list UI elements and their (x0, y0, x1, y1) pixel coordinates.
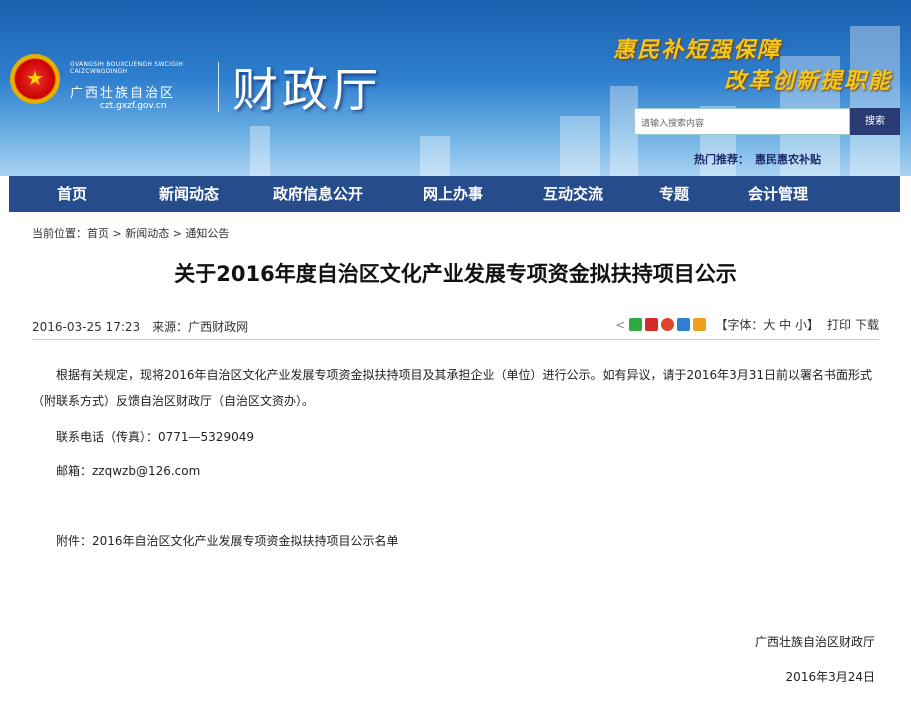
meta-divider (32, 339, 879, 340)
article-meta: 2016-03-25 17:23 来源：广西财政网 (32, 318, 248, 335)
qzone-icon[interactable] (677, 318, 691, 331)
publish-datetime: 2016-03-25 17:23 (32, 320, 141, 334)
nav-home[interactable]: 首页 (9, 176, 135, 212)
slogan-line-1: 惠民补短强保障 (613, 37, 782, 63)
breadcrumb: 当前位置：首页 > 新闻动态 > 通知公告 (32, 227, 230, 240)
nav-accounting[interactable]: 会计管理 (715, 176, 841, 212)
hot-label: 热门推荐： (694, 153, 749, 166)
share-icon[interactable]: < (615, 318, 625, 332)
signature-date: 2016年3月24日 (785, 670, 875, 684)
search-button[interactable]: 搜索 (850, 108, 900, 135)
renren-icon[interactable] (693, 318, 707, 331)
nav-online-service[interactable]: 网上办事 (393, 176, 513, 212)
wechat-icon[interactable] (629, 318, 643, 331)
nav-news[interactable]: 新闻动态 (135, 176, 243, 212)
main-nav: 首页 新闻动态 政府信息公开 网上办事 互动交流 专题 会计管理 (9, 176, 900, 212)
logo-region-name: 广西壮族自治区 (70, 86, 176, 101)
contact-email: 邮箱：zzqwzb@126.com (56, 464, 201, 478)
nav-topics[interactable]: 专题 (633, 176, 715, 212)
article-title: 关于2016年度自治区文化产业发展专项资金拟扶持项目公示 (174, 262, 737, 286)
article-tools: < 【字体：大 中 小】 打印 下载 (615, 316, 879, 333)
nav-gov-info[interactable]: 政府信息公开 (243, 176, 393, 212)
logo-url: czt.gxzf.gov.cn (100, 101, 167, 111)
hot-link[interactable]: 惠民惠农补贴 (755, 153, 821, 166)
article-paragraph: 根据有关规定，现将2016年自治区文化产业发展专项资金拟扶持项目及其承担企业（单… (32, 368, 872, 408)
contact-phone: 联系电话（传真）：0771—5329049 (56, 430, 254, 444)
signature-org: 广西壮族自治区财政厅 (754, 635, 875, 649)
logo-latin-text: GVANGSIH BOUXCUENGH SWCIGIH CAIZCWNGDING… (70, 61, 184, 75)
sina-icon[interactable] (661, 318, 675, 331)
nav-interaction[interactable]: 互动交流 (513, 176, 633, 212)
download-button[interactable]: 下载 (855, 316, 879, 333)
national-emblem-icon: ★ (10, 54, 60, 104)
logo-divider (218, 62, 219, 112)
weibo-icon[interactable] (645, 318, 659, 331)
print-button[interactable]: 打印 (827, 316, 851, 333)
font-size-control[interactable]: 【字体：大 中 小】 (715, 316, 819, 333)
hot-recommend: 热门推荐： 惠民惠农补贴 (694, 151, 821, 167)
search-input[interactable]: 请输入搜索内容 (634, 108, 850, 135)
department-title: 财政厅 (232, 63, 382, 117)
article-source: 来源：广西财政网 (152, 320, 249, 334)
slogan-line-2: 改革创新提职能 (724, 68, 893, 94)
attachment-link[interactable]: 附件：2016年自治区文化产业发展专项资金拟扶持项目公示名单 (56, 528, 902, 554)
